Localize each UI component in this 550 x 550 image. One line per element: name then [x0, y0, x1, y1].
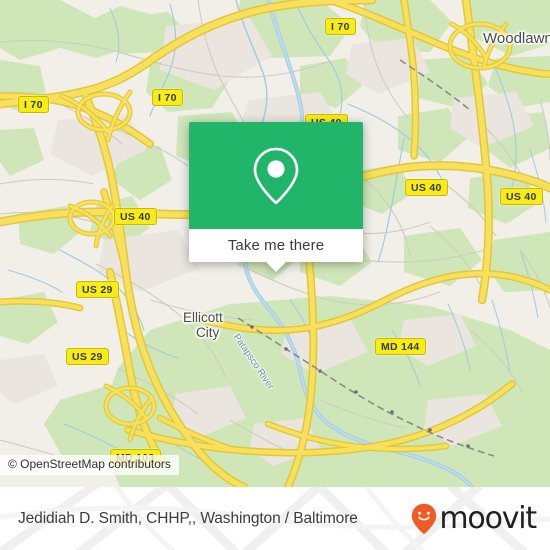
popup-pointer	[265, 261, 287, 272]
shield-md144: MD 144	[375, 338, 426, 355]
map-canvas[interactable]: I 70 I 70 I 70 US 40 US 40 US 40 US 40 U…	[0, 0, 550, 487]
popup-header	[189, 122, 363, 229]
map-pin-icon	[253, 147, 299, 204]
moovit-pin-smiley-icon	[412, 503, 437, 534]
shield-us40-d: US 40	[114, 208, 157, 225]
shield-i70-b: I 70	[152, 89, 183, 106]
moovit-brand[interactable]: moovit	[411, 500, 537, 536]
screenshot-root: I 70 I 70 I 70 US 40 US 40 US 40 US 40 U…	[0, 0, 550, 550]
shield-i70-a: I 70	[325, 18, 356, 35]
footer-bar: Jedidiah D. Smith, CHHP,, Washington / B…	[0, 487, 550, 550]
shield-i70-c: I 70	[18, 96, 49, 113]
location-popup[interactable]: Take me there	[189, 122, 363, 272]
moovit-wordmark: moovit	[439, 500, 537, 536]
osm-attribution[interactable]: © OpenStreetMap contributors	[0, 455, 179, 475]
place-label-woodlawn: Woodlawn	[483, 30, 550, 47]
shield-us40-b: US 40	[405, 179, 448, 196]
popup-footer[interactable]: Take me there	[189, 229, 363, 262]
shield-us29-b: US 29	[66, 348, 109, 365]
shield-us40-c: US 40	[500, 188, 543, 205]
place-label-ellicott: Ellicott	[183, 310, 223, 325]
page-title: Jedidiah D. Smith, CHHP,, Washington / B…	[18, 509, 358, 527]
shield-us29-a: US 29	[76, 281, 119, 298]
place-label-city: City	[196, 325, 220, 340]
take-me-there-label: Take me there	[227, 237, 325, 254]
